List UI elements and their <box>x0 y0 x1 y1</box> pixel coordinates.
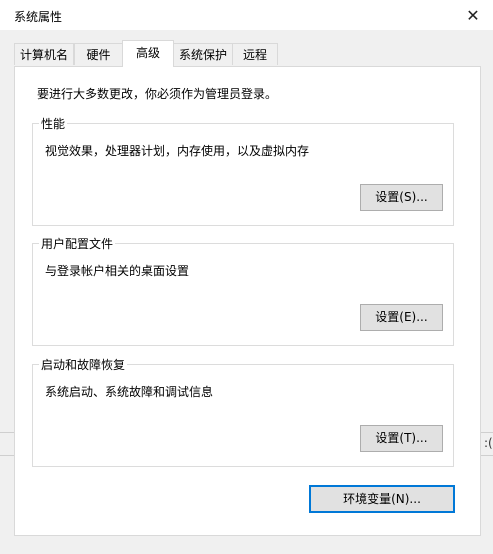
admin-note: 要进行大多数更改，你必须作为管理员登录。 <box>37 87 278 101</box>
close-button[interactable]: ✕ <box>463 5 483 25</box>
tab-computer-name[interactable]: 计算机名 <box>14 43 74 65</box>
background-window-line <box>481 432 493 433</box>
tab-system-protection[interactable]: 系统保护 <box>173 43 233 65</box>
background-window-line <box>0 432 14 433</box>
user-profiles-description: 与登录帐户相关的桌面设置 <box>45 264 190 278</box>
background-window-text: :( <box>484 436 493 450</box>
startup-recovery-group-title: 启动和故障恢复 <box>39 356 128 373</box>
performance-group: 性能 视觉效果，处理器计划，内存使用，以及虚拟内存 设置(S)... <box>32 115 454 226</box>
background-window-line <box>481 455 493 456</box>
background-window-line <box>0 455 14 456</box>
environment-variables-button[interactable]: 环境变量(N)... <box>309 485 455 513</box>
window-title: 系统属性 <box>14 10 63 24</box>
tab-hardware[interactable]: 硬件 <box>74 43 123 65</box>
tab-strip: 计算机名 硬件 高级 系统保护 远程 <box>14 40 484 67</box>
user-profiles-group-title: 用户配置文件 <box>39 235 116 252</box>
tab-advanced[interactable]: 高级 <box>122 40 174 67</box>
startup-recovery-group: 启动和故障恢复 系统启动、系统故障和调试信息 设置(T)... <box>32 356 454 467</box>
system-properties-dialog: :( 系统属性 ✕ 计算机名 硬件 高级 系统保护 远程 要进行大多数更改，你必… <box>0 0 493 554</box>
close-icon: ✕ <box>466 5 480 25</box>
tab-panel-advanced: 要进行大多数更改，你必须作为管理员登录。 性能 视觉效果，处理器计划，内存使用，… <box>14 66 481 536</box>
performance-description: 视觉效果，处理器计划，内存使用，以及虚拟内存 <box>45 144 310 158</box>
performance-group-title: 性能 <box>39 115 68 132</box>
performance-settings-button[interactable]: 设置(S)... <box>360 184 443 211</box>
user-profiles-settings-button[interactable]: 设置(E)... <box>360 304 443 331</box>
title-bar[interactable]: 系统属性 ✕ <box>0 0 493 30</box>
startup-recovery-description: 系统启动、系统故障和调试信息 <box>45 385 214 399</box>
startup-recovery-settings-button[interactable]: 设置(T)... <box>360 425 443 452</box>
tab-remote[interactable]: 远程 <box>232 43 278 65</box>
user-profiles-group: 用户配置文件 与登录帐户相关的桌面设置 设置(E)... <box>32 235 454 346</box>
